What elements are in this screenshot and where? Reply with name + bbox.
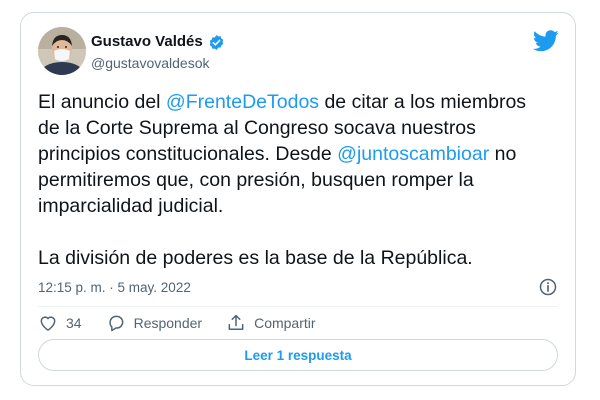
heart-icon [40, 316, 56, 331]
reply-button[interactable]: Responder [106, 313, 203, 333]
action-bar: 34 Responder Compartir [38, 309, 316, 337]
share-icon [228, 314, 244, 330]
divider [38, 306, 558, 307]
avatar[interactable] [38, 27, 86, 75]
share-label: Compartir [254, 315, 316, 331]
tweet-text-second-paragraph: La división de poderes es la base de la … [38, 247, 473, 269]
verified-badge-icon [208, 34, 225, 51]
tweet-text-segment: El anuncio del [38, 91, 166, 113]
like-count: 34 [66, 315, 82, 331]
tweet-timestamp[interactable]: 12:15 p. m. · 5 may. 2022 [38, 279, 191, 297]
avatar-photo-icon [38, 27, 86, 75]
read-replies-button[interactable]: Leer 1 respuesta [38, 339, 558, 371]
like-button[interactable]: 34 [38, 313, 82, 333]
reply-label: Responder [133, 315, 203, 331]
tweet-card: Gustavo Valdés @gustavovaldesok El anunc… [20, 12, 576, 386]
reply-bubble-icon [108, 315, 123, 332]
mention-link[interactable]: @juntoscambioar [337, 143, 489, 165]
tweet-text: El anuncio del @FrenteDeTodos de citar a… [38, 89, 558, 219]
share-button[interactable]: Compartir [226, 313, 316, 333]
mention-link[interactable]: @FrenteDeTodos [166, 91, 319, 113]
author-handle[interactable]: @gustavovaldesok [91, 54, 210, 72]
twitter-bird-icon[interactable] [532, 30, 559, 52]
author-name-row[interactable]: Gustavo Valdés [91, 33, 225, 51]
info-icon[interactable] [538, 277, 558, 297]
author-name[interactable]: Gustavo Valdés [91, 33, 203, 51]
